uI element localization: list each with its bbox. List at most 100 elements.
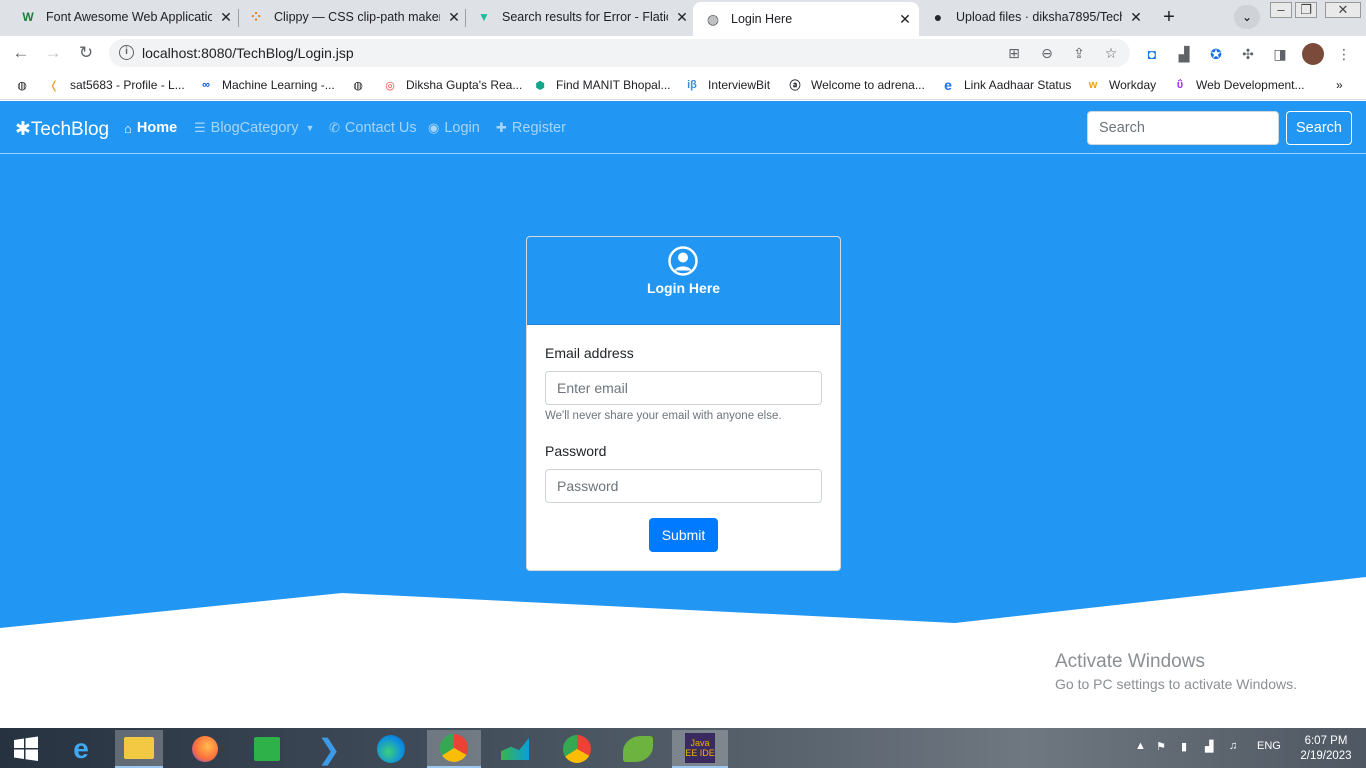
restore-icon[interactable]: ❐ [1295,2,1317,18]
window-close-icon[interactable]: ✕ [1325,2,1361,18]
close-tab-icon[interactable]: ✕ [897,11,913,28]
kebab-menu-icon[interactable]: ⋮ [1334,44,1354,64]
edge-icon[interactable] [367,730,415,768]
tab-title: Login Here [731,12,793,26]
tab-github[interactable]: ● Upload files · diksha7895/Tech ✕ [922,0,1144,34]
navbar-search-button[interactable]: Search [1286,111,1352,145]
close-tab-icon[interactable]: ✕ [218,9,234,26]
url-text[interactable]: localhost:8080/TechBlog/Login.jsp [142,45,354,61]
close-tab-icon[interactable]: ✕ [446,9,462,26]
hex-icon: ⬢ [535,79,545,92]
zoom-icon[interactable]: ⊖ [1038,44,1056,62]
file-explorer-icon[interactable] [115,730,163,768]
user-plus-icon: ✚ [496,120,507,135]
bookmark-item[interactable]: ⓐ Welcome to adrena... [787,76,925,94]
forward-arrow-icon[interactable]: → [42,42,64,64]
bookmark-item[interactable]: e Link Aadhaar Status [940,76,1071,94]
reload-icon[interactable]: ↻ [75,42,97,64]
bookmark-item[interactable]: ΰ Web Development... [1172,76,1305,94]
extensions-puzzle-icon[interactable]: ✣ [1238,44,1258,64]
taskbar-clock[interactable]: 6:07 PM 2/19/2023 [1297,734,1355,764]
internet-explorer-icon[interactable]: e [57,730,105,768]
spring-tool-icon[interactable] [614,730,662,768]
tab-clippy[interactable]: ⁘ Clippy — CSS clip-path maker ✕ [240,0,462,34]
nav-register[interactable]: ✚ Register [496,120,566,136]
tab-strip: W Font Awesome Web Applicatio ✕ ⁘ Clippy… [0,0,1366,36]
ie-icon: e [944,77,952,93]
nav-login-label: Login [444,120,480,136]
interviewbit-icon: iβ [687,79,697,91]
firefox-icon[interactable] [181,730,229,768]
bookmark-item[interactable]: ◍ [350,76,374,94]
bookmark-label: Diksha Gupta's Rea... [406,78,523,92]
tab-login-here[interactable]: ◍ Login Here ✕ [693,2,919,36]
address-bar[interactable]: i localhost:8080/TechBlog/Login.jsp ⊞ ⊖ … [109,39,1130,67]
store-icon[interactable] [243,730,291,768]
extension-chart-icon[interactable]: ▟ [1174,44,1194,64]
brand-name: TechBlog [30,119,110,140]
chrome-profile-icon[interactable] [553,730,601,768]
bookmark-item[interactable]: ◎ Diksha Gupta's Rea... [382,76,522,94]
nav-login[interactable]: ◉ Login [428,120,480,136]
bookmark-item[interactable]: ⬢ Find MANIT Bhopal... [532,76,670,94]
bookmark-star-icon[interactable]: ☆ [1102,44,1120,62]
share-icon[interactable]: ⇪ [1070,44,1088,62]
bookmark-label: InterviewBit [708,78,771,92]
tray-expand-icon[interactable]: ▲ [1135,740,1146,752]
nav-contact[interactable]: ✆ Contact Us [329,120,417,136]
user-circle-icon: ◉ [428,120,440,135]
bookmark-item[interactable]: ❬ sat5683 - Profile - L... [46,76,184,94]
tab-flaticon[interactable]: ▼ Search results for Error - Flatic ✕ [468,0,690,34]
site-navbar: ✱TechBlog ⌂ Home ☰ BlogCategory ▼ ✆ Contact … [0,101,1366,154]
caret-down-icon: ▼ [305,123,315,133]
globe-icon: ◍ [17,79,27,92]
email-field[interactable] [545,371,822,405]
bookmarks-bar: ◍ ❬ sat5683 - Profile - L... ∞ Machine Lea… [0,70,1366,100]
bookmark-label: Web Development... [1196,78,1305,92]
close-tab-icon[interactable]: ✕ [674,9,690,26]
extension-shield-icon[interactable]: ◘ [1142,44,1162,64]
chart-app-icon[interactable] [491,730,539,768]
profile-avatar[interactable] [1302,43,1324,65]
submit-button[interactable]: Submit [649,518,718,552]
home-icon: ⌂ [124,120,132,136]
udemy-icon: ΰ [1176,79,1184,91]
side-panel-icon[interactable]: ◨ [1270,44,1290,64]
back-arrow-icon[interactable]: ← [10,42,32,64]
bookmarks-overflow-icon[interactable]: » [1336,76,1343,94]
nav-blog-category[interactable]: ☰ BlogCategory ▼ [194,120,314,136]
tab-font-awesome[interactable]: W Font Awesome Web Applicatio ✕ [12,0,234,34]
amazon-icon: ⓐ [789,80,801,92]
page-viewport: ✱TechBlog ⌂ Home ☰ BlogCategory ▼ ✆ Contact … [0,101,1366,728]
close-tab-icon[interactable]: ✕ [1128,9,1144,26]
wifi-signal-icon[interactable]: ▟ [1205,740,1213,753]
watermark-title: Activate Windows [1055,651,1205,672]
password-field[interactable] [545,469,822,503]
flag-icon[interactable]: ⚑ [1156,740,1166,753]
battery-icon[interactable]: ▮ [1181,740,1187,753]
brand-link[interactable]: ✱TechBlog [15,118,109,141]
bookmark-item[interactable]: iβ InterviewBit [684,76,770,94]
vscode-icon[interactable]: ❯ [305,730,353,768]
translate-icon[interactable]: ⊞ [1005,44,1023,62]
input-language[interactable]: ENG [1257,740,1281,752]
nav-home[interactable]: ⌂ Home [124,120,177,136]
new-tab-button[interactable]: + [1157,6,1181,28]
windows-start-icon[interactable] [2,730,50,768]
tab-divider [465,9,466,27]
volume-icon[interactable]: ♫ [1229,740,1237,752]
tab-search-chevron-icon[interactable]: ⌄ [1234,5,1260,29]
chrome-taskbar-icon[interactable] [427,730,481,768]
clock-time: 6:07 PM [1304,735,1348,747]
extension-blue-icon[interactable]: ✪ [1206,44,1226,64]
clock-date: 2/19/2023 [1300,750,1352,762]
github-icon: ● [933,9,943,25]
navbar-search-input[interactable] [1087,111,1279,145]
bookmark-item[interactable]: ◍ [14,76,38,94]
java-ee-ide-icon[interactable]: Java EE IDE [672,730,728,768]
bookmark-item[interactable]: ∞ Machine Learning -... [198,76,335,94]
minimize-icon[interactable]: – [1270,2,1292,18]
site-info-icon[interactable]: i [119,45,134,60]
phone-icon: ✆ [329,120,340,135]
bookmark-item[interactable]: w Workday [1085,76,1156,94]
